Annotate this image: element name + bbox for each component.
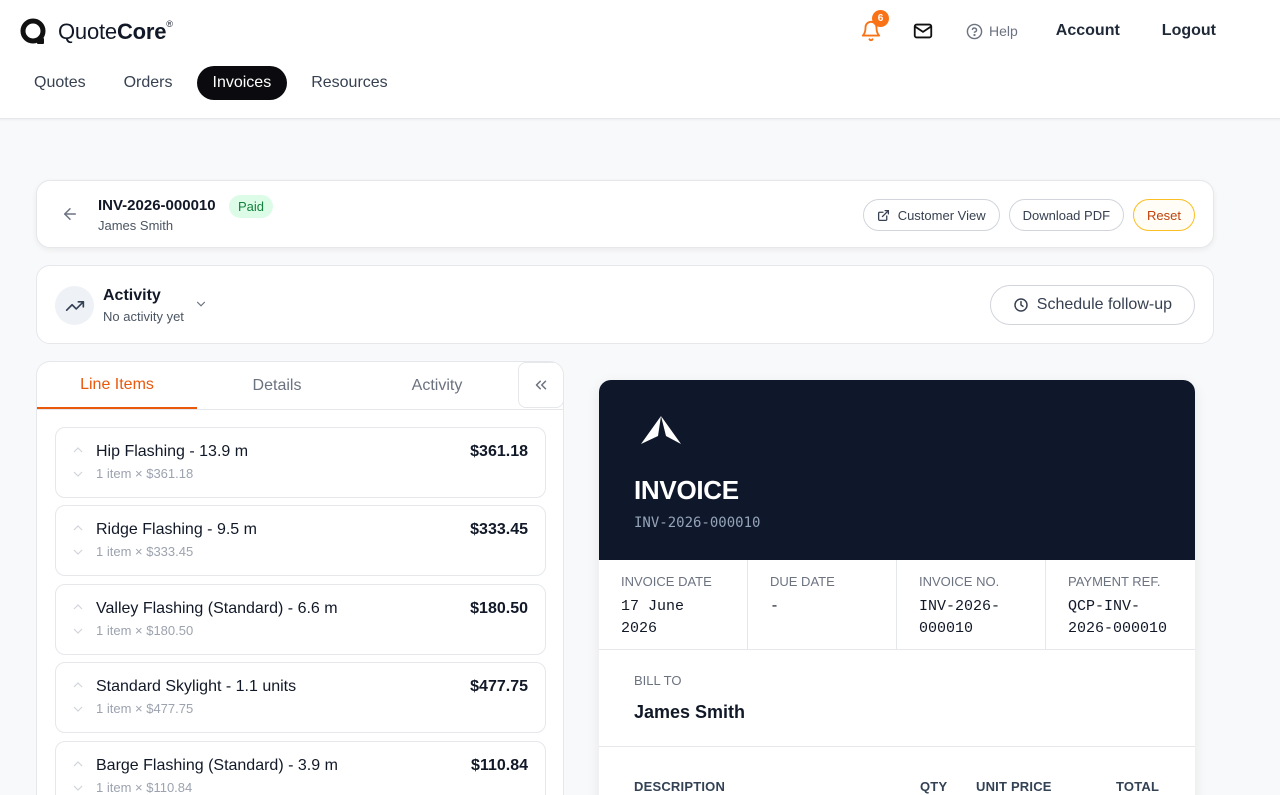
line-item-quantity: 1 item × $333.45: [96, 544, 194, 559]
customer-view-label: Customer View: [897, 207, 986, 223]
top-navigation-bar: QuoteCore® Quotes Orders Invoices Resour…: [0, 0, 1280, 119]
notifications-button[interactable]: 6: [860, 10, 889, 42]
tab-activity[interactable]: Activity: [357, 362, 517, 409]
header-actions: 6 Help Account Logout: [860, 10, 1216, 42]
reorder-arrows-icon[interactable]: [73, 681, 83, 713]
schedule-follow-up-label: Schedule follow-up: [1036, 296, 1172, 313]
chevrons-left-icon: [535, 380, 547, 390]
line-item-price: $333.45: [470, 521, 528, 538]
line-item-name: Valley Flashing (Standard) - 6.6 m: [96, 600, 338, 617]
invoice-meta: INVOICE DATE 17 June 2026 DUE DATE - INVO…: [599, 560, 1195, 650]
line-item-quantity: 1 item × $477.75: [96, 701, 194, 716]
reorder-arrows-icon[interactable]: [73, 446, 83, 478]
invoice-no-value: INV-2026- 000010: [919, 598, 1001, 637]
activity-summary-card: Activity No activity yet Schedule follow…: [36, 265, 1214, 344]
payment-ref-value: QCP-INV- 2026-000010: [1068, 598, 1168, 637]
download-pdf-label: Download PDF: [1022, 207, 1111, 223]
line-item[interactable]: Standard Skylight - 1.1 units 1 item × $…: [55, 662, 546, 733]
account-link[interactable]: Account: [1056, 22, 1120, 40]
due-date-label: DUE DATE: [770, 574, 835, 589]
column-header-qty: QTY: [920, 779, 948, 794]
payment-ref-label: PAYMENT REF.: [1068, 574, 1161, 589]
help-circle-icon: [966, 23, 983, 39]
tab-details[interactable]: Details: [197, 362, 357, 409]
invoice-id: INV-2026-000010: [98, 197, 216, 214]
quotecore-logo-icon: [20, 18, 46, 44]
back-arrow-icon[interactable]: [61, 205, 79, 223]
due-date-cell: DUE DATE -: [748, 560, 897, 649]
line-item[interactable]: Hip Flashing - 13.9 m 1 item × $361.18 $…: [55, 427, 546, 498]
mail-icon[interactable]: [912, 20, 934, 42]
line-item-price: $180.50: [470, 600, 528, 617]
line-item-price: $361.18: [470, 443, 528, 460]
invoice-no-cell: INVOICE NO. INV-2026- 000010: [897, 560, 1046, 649]
logout-link[interactable]: Logout: [1162, 22, 1216, 40]
activity-subtitle: No activity yet: [103, 309, 184, 324]
invoice-number: INV-2026-000010: [634, 515, 761, 531]
bill-to-name: James Smith: [634, 702, 746, 722]
nav-orders[interactable]: Orders: [110, 67, 187, 99]
brand-logo[interactable]: QuoteCore®: [20, 18, 173, 46]
reset-button[interactable]: Reset: [1133, 199, 1195, 231]
reset-label: Reset: [1147, 207, 1181, 223]
invoice-no-label: INVOICE NO.: [919, 574, 1000, 589]
collapse-panel-button[interactable]: [518, 362, 563, 408]
download-pdf-button[interactable]: Download PDF: [1008, 199, 1125, 231]
column-header-unit-price: UNIT PRICE: [976, 779, 1052, 794]
line-items-panel: Line Items Details Activity Hip Flashing…: [36, 361, 564, 795]
brand-name: QuoteCore®: [58, 19, 173, 44]
due-date-value: -: [770, 598, 780, 615]
column-header-description: DESCRIPTION: [634, 779, 726, 794]
line-item[interactable]: Valley Flashing (Standard) - 6.6 m 1 ite…: [55, 584, 546, 655]
chevron-down-icon[interactable]: [194, 297, 208, 311]
reorder-arrows-icon[interactable]: [73, 760, 83, 792]
clock-icon: [1014, 298, 1028, 312]
line-item-quantity: 1 item × $361.18: [96, 466, 194, 481]
invoice-title: INVOICE: [634, 475, 739, 505]
nav-invoices[interactable]: Invoices: [196, 66, 288, 100]
nav-quotes[interactable]: Quotes: [20, 67, 100, 99]
line-item[interactable]: Ridge Flashing - 9.5 m 1 item × $333.45 …: [55, 505, 546, 576]
panel-tabs: Line Items Details Activity: [37, 362, 563, 410]
column-header-total: TOTAL: [1116, 779, 1160, 794]
help-link[interactable]: Help: [966, 23, 1018, 40]
trending-up-icon: [65, 300, 84, 311]
reorder-arrows-icon[interactable]: [73, 603, 83, 635]
line-item-price: $110.84: [471, 757, 528, 774]
customer-view-button[interactable]: Customer View: [862, 199, 1000, 231]
invoice-preview: INVOICE INV-2026-000010 INVOICE DATE 17 …: [599, 380, 1195, 795]
external-link-icon: [877, 209, 889, 221]
nav-resources[interactable]: Resources: [297, 67, 401, 99]
line-item-name: Ridge Flashing - 9.5 m: [96, 521, 257, 538]
status-badge: Paid: [229, 195, 274, 218]
help-label: Help: [989, 23, 1018, 39]
tab-line-items[interactable]: Line Items: [37, 362, 197, 409]
activity-icon-wrapper: [55, 286, 94, 325]
notification-count-badge: 6: [872, 10, 889, 27]
invoice-header-card: INV-2026-000010 Paid James Smith Custome…: [36, 180, 1214, 248]
invoice-date-label: INVOICE DATE: [621, 574, 712, 589]
reorder-arrows-icon[interactable]: [73, 524, 83, 556]
invoice-actions: Customer View Download PDF Reset: [862, 199, 1195, 231]
schedule-follow-up-button[interactable]: Schedule follow-up: [989, 285, 1195, 325]
main-nav: Quotes Orders Invoices Resources: [20, 66, 412, 100]
invoice-preview-header: INVOICE INV-2026-000010: [599, 380, 1195, 560]
invoice-date-cell: INVOICE DATE 17 June 2026: [599, 560, 748, 649]
line-item-quantity: 1 item × $180.50: [96, 623, 194, 638]
section-divider: [599, 746, 1195, 747]
bill-to-label: BILL TO: [634, 673, 682, 688]
payment-ref-cell: PAYMENT REF. QCP-INV- 2026-000010: [1046, 560, 1195, 649]
invoice-customer-name: James Smith: [98, 218, 174, 233]
line-item-price: $477.75: [470, 678, 528, 695]
line-item-quantity: 1 item × $110.84: [96, 780, 193, 795]
invoice-date-value: 17 June 2026: [621, 598, 685, 637]
line-item-name: Barge Flashing (Standard) - 3.9 m: [96, 757, 338, 774]
line-item-name: Hip Flashing - 13.9 m: [96, 443, 249, 460]
company-logo-icon: [641, 416, 681, 444]
line-item[interactable]: Barge Flashing (Standard) - 3.9 m 1 item…: [55, 741, 546, 795]
line-item-name: Standard Skylight - 1.1 units: [96, 678, 297, 695]
activity-title: Activity: [103, 287, 161, 304]
